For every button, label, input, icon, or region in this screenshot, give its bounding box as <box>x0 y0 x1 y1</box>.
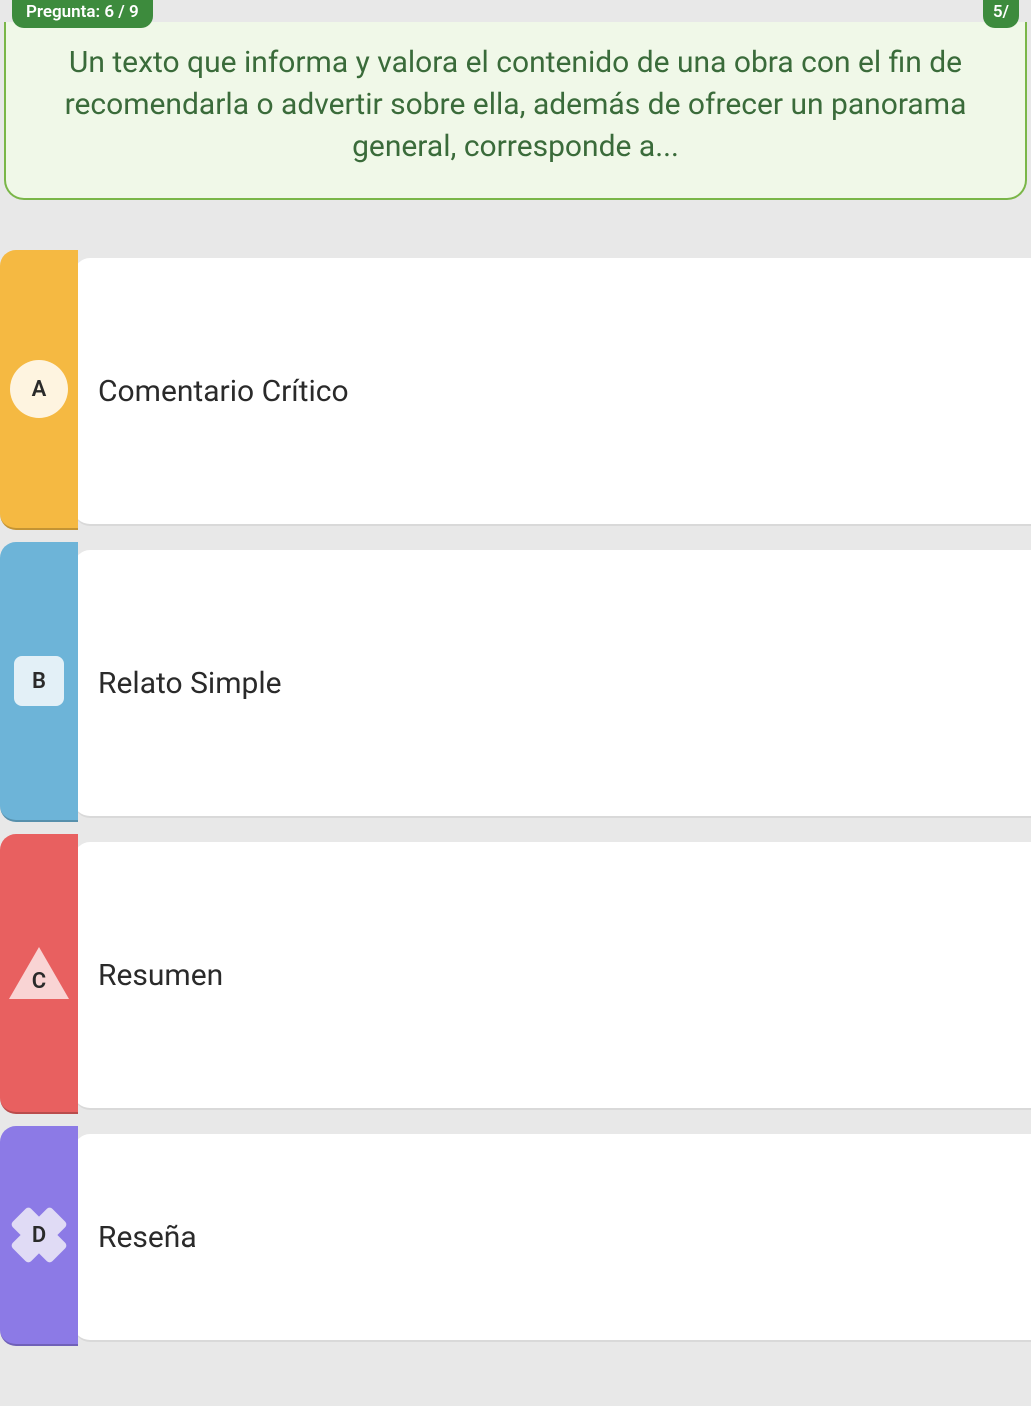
answer-sidebar-c: C <box>0 834 78 1114</box>
answer-option-a[interactable]: A Comentario Crítico <box>0 250 1031 530</box>
answer-letter-b: B <box>14 656 64 706</box>
answer-sidebar-a: A <box>0 250 78 530</box>
answer-letter-c: C <box>9 969 69 994</box>
answer-text-b: Relato Simple <box>74 550 1031 818</box>
answer-letter-d: D <box>11 1207 67 1263</box>
answer-sidebar-b: B <box>0 542 78 822</box>
answer-letter-a: A <box>10 360 68 418</box>
answer-text-c: Resumen <box>74 842 1031 1110</box>
answer-sidebar-d: D <box>0 1126 78 1346</box>
answer-text-a: Comentario Crítico <box>74 258 1031 526</box>
score-badge: 5/ <box>983 0 1019 28</box>
question-counter-badge: Pregunta: 6 / 9 <box>12 0 153 28</box>
answers-list: A Comentario Crítico B Relato Simple C R… <box>0 250 1031 1346</box>
answer-text-d: Reseña <box>74 1134 1031 1342</box>
answer-option-c[interactable]: C Resumen <box>0 834 1031 1114</box>
question-text: Un texto que informa y valora el conteni… <box>4 22 1027 200</box>
answer-option-d[interactable]: D Reseña <box>0 1126 1031 1346</box>
answer-option-b[interactable]: B Relato Simple <box>0 542 1031 822</box>
